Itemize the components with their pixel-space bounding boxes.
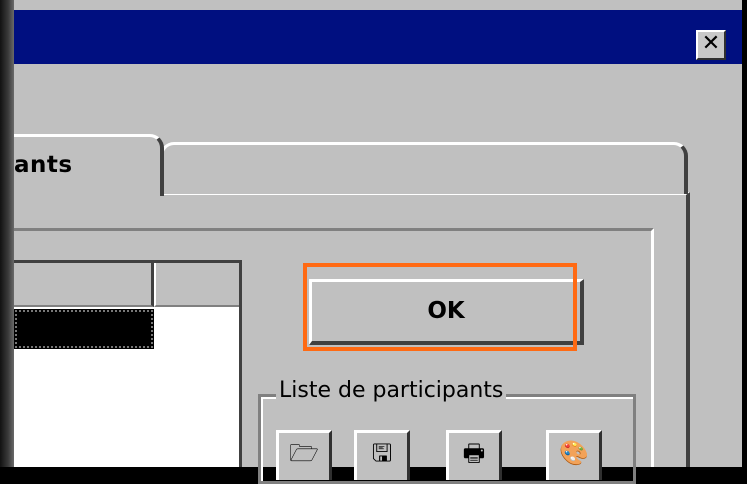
dialog-window: ✕ ants OK Liste de participants 🗁 🖫 🖶 🎨 <box>14 0 742 484</box>
save-icon[interactable]: 🖫 <box>354 430 410 480</box>
list-column-header[interactable] <box>14 263 154 307</box>
ok-button[interactable]: OK <box>309 279 584 345</box>
print-icon[interactable]: 🖶 <box>446 430 502 480</box>
groupbox-label: Liste de participants <box>276 378 507 403</box>
title-bar[interactable]: ✕ <box>14 10 742 64</box>
clipart-icon[interactable]: 🎨 <box>546 430 602 480</box>
close-icon[interactable]: ✕ <box>696 30 726 60</box>
list-item-selected[interactable] <box>14 309 154 349</box>
tab-secondary[interactable] <box>160 142 688 194</box>
tab-participants-label: ants <box>14 152 73 178</box>
list-column-header-2[interactable] <box>154 263 239 307</box>
open-folder-icon[interactable]: 🗁 <box>276 430 332 480</box>
